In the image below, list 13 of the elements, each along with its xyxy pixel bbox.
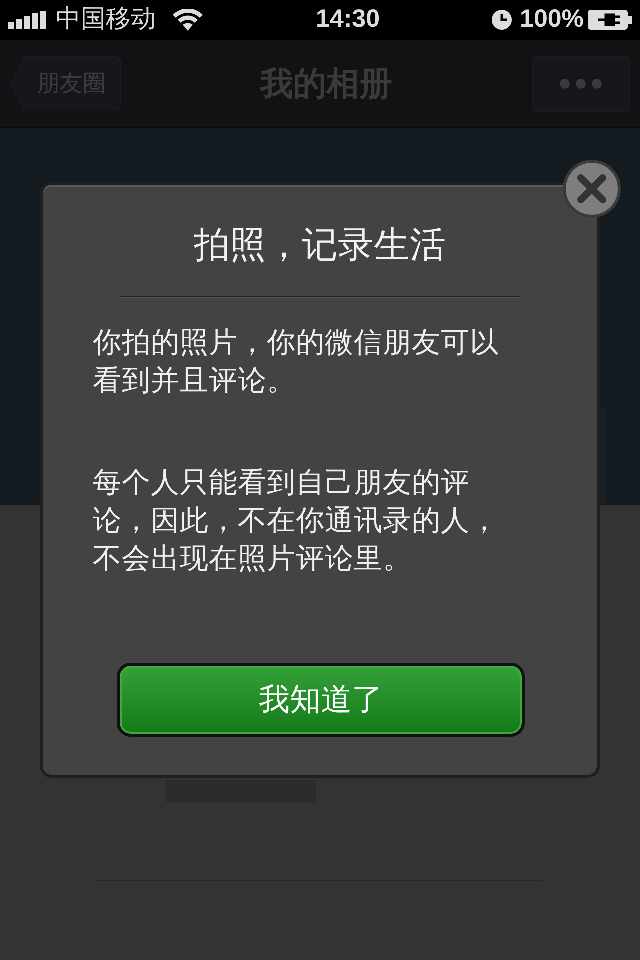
carrier-name: 中国移动 xyxy=(56,4,156,36)
dialog-text: 每个人只能看到自己朋友的评论，因此，不在你通讯录的人，不会出现在照片评论里。 xyxy=(93,466,500,578)
battery-icon xyxy=(588,9,632,31)
close-icon xyxy=(577,174,607,204)
dialog-text: 你拍的照片，你的微信朋友可以看到并且评论。 xyxy=(93,326,500,400)
more-icon xyxy=(560,78,602,88)
confirm-button[interactable]: 我知道了 xyxy=(117,663,525,737)
alarm-icon xyxy=(492,10,512,30)
wifi-icon xyxy=(172,9,204,31)
battery-percent: 100% xyxy=(520,4,584,36)
clock-time: 14:30 xyxy=(316,4,380,36)
signal-icon xyxy=(8,11,48,29)
dialog-title: 拍照，记录生活 xyxy=(194,223,446,266)
